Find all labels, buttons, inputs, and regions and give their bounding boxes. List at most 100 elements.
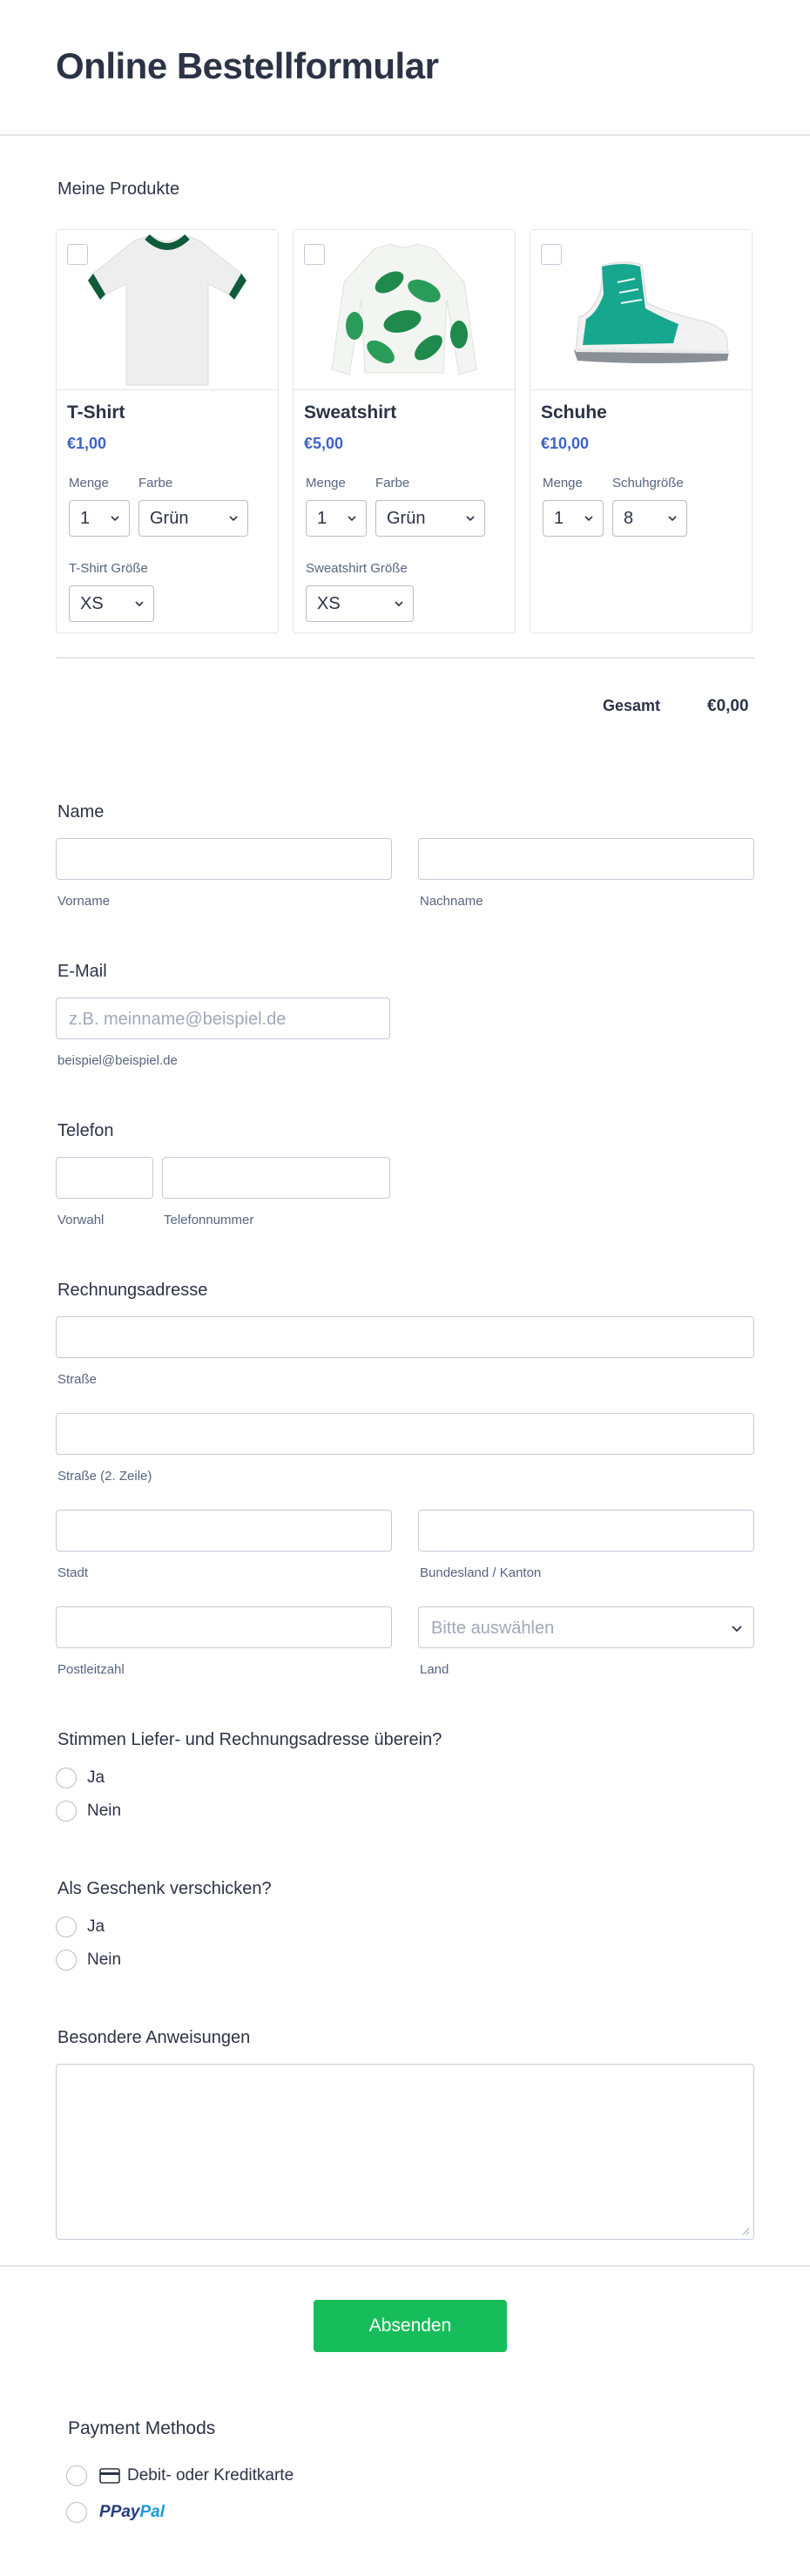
product-card-tshirt[interactable]: T-Shirt €1,00 Menge Farbe 1 Grün T-Shirt… [56,229,279,633]
country-sublabel: Land [420,1662,449,1677]
product-price: €1,00 [67,435,107,452]
email-label: E-Mail [57,962,107,981]
same-address-no-radio[interactable] [56,1801,77,1822]
last-name-sublabel: Nachname [420,894,483,909]
street-input[interactable] [56,1316,754,1358]
country-placeholder: Bitte auswählen [431,1619,555,1638]
paypal-payment-radio[interactable] [66,2502,87,2523]
city-input[interactable] [56,1510,392,1552]
products-label: Meine Produkte [57,179,180,199]
email-input[interactable]: z.B. meinname@beispiel.de [56,997,390,1039]
payment-methods-label: Payment Methods [68,2418,216,2438]
phone-label: Telefon [57,1121,114,1140]
color-label: Farbe [375,476,410,490]
address-label: Rechnungsadresse [57,1281,208,1300]
resize-grip-icon[interactable] [741,2227,750,2235]
color-value: Grün [150,509,189,528]
size-label: Sweatshirt Größe [306,561,408,576]
same-address-yes-radio[interactable] [56,1768,77,1788]
paypal-logo[interactable]: PPayPal [99,2503,165,2522]
form-header: Online Bestellformular [0,0,810,136]
size-value: XS [317,594,341,613]
street-sublabel: Straße [57,1372,98,1387]
gift-no-radio[interactable] [56,1950,77,1971]
product-image-shoes [530,230,752,390]
size-value: XS [80,594,104,613]
gift-yes-radio[interactable] [56,1917,77,1937]
email-placeholder: z.B. meinname@beispiel.de [69,1010,287,1029]
chevron-down-icon [229,516,238,522]
product-price: €10,00 [541,435,590,452]
product-checkbox[interactable] [304,244,325,265]
quantity-select[interactable]: 1 [543,500,604,537]
instructions-textarea[interactable] [56,2064,754,2240]
product-image-sweatshirt [294,230,515,390]
product-checkbox[interactable] [67,244,88,265]
size-select[interactable]: XS [69,585,154,622]
street2-input[interactable] [56,1413,754,1455]
product-card-shoes[interactable]: Schuhe €10,00 Menge Schuhgröße 1 8 [530,229,753,633]
paypal-pal-text: Pal [139,2503,165,2521]
chevron-down-icon [466,516,475,522]
instructions-label: Besondere Anweisungen [57,2028,251,2047]
same-address-no-label[interactable]: Nein [87,1802,121,1821]
area-code-input[interactable] [56,1157,153,1199]
product-checkbox[interactable] [541,244,562,265]
sweatshirt-image [331,243,477,375]
chevron-down-icon [111,516,119,522]
size-select[interactable]: XS [306,585,414,622]
email-sublabel: beispiel@beispiel.de [57,1053,178,1068]
quantity-value: 1 [317,509,327,528]
product-name: T-Shirt [67,402,125,423]
quantity-select[interactable]: 1 [69,500,130,537]
size-label: T-Shirt Größe [69,561,148,576]
product-image-tshirt [57,230,278,390]
card-payment-label[interactable]: Debit- oder Kreditkarte [127,2466,294,2485]
same-address-label: Stimmen Liefer- und Rechnungsadresse übe… [57,1730,442,1749]
zip-input[interactable] [56,1606,392,1648]
state-input[interactable] [418,1510,754,1552]
city-sublabel: Stadt [57,1565,89,1580]
phone-number-sublabel: Telefonnummer [164,1213,254,1227]
product-name: Schuhe [541,402,607,423]
same-address-yes-label[interactable]: Ja [87,1768,105,1788]
shoe-size-select[interactable]: 8 [612,500,687,537]
color-value: Grün [387,509,426,528]
card-payment-radio[interactable] [66,2465,87,2486]
last-name-input[interactable] [418,838,754,880]
name-label: Name [57,802,105,821]
quantity-label: Menge [69,476,109,490]
street2-sublabel: Straße (2. Zeile) [57,1469,152,1484]
chevron-down-icon [584,516,593,522]
product-card-sweatshirt[interactable]: Sweatshirt €5,00 Menge Farbe 1 Grün Swea… [293,229,516,633]
country-select[interactable]: Bitte auswählen [418,1606,754,1648]
total-value: €0,00 [707,697,749,715]
total-label: Gesamt [603,697,661,714]
quantity-value: 1 [554,509,564,528]
chevron-down-icon [668,516,677,522]
gift-yes-label[interactable]: Ja [87,1917,105,1937]
chevron-down-icon [348,516,356,522]
credit-card-icon [99,2468,120,2484]
color-select[interactable]: Grün [138,500,248,537]
chevron-down-icon [395,601,403,607]
product-price: €5,00 [304,435,344,452]
products-divider [56,657,754,659]
tshirt-image [88,233,246,386]
gift-no-label[interactable]: Nein [87,1951,121,1970]
shoe-size-label: Schuhgröße [612,476,684,490]
page-title: Online Bestellformular [56,45,439,86]
chevron-down-icon [135,601,144,607]
first-name-input[interactable] [56,838,392,880]
phone-number-input[interactable] [162,1157,390,1199]
color-select[interactable]: Grün [375,500,485,537]
paypal-pay-text: Pay [110,2503,140,2521]
submit-button[interactable]: Absenden [314,2300,507,2352]
chevron-down-icon [732,1626,742,1633]
color-label: Farbe [138,476,173,490]
quantity-select[interactable]: 1 [306,500,367,537]
footer-divider [0,2265,810,2267]
area-code-sublabel: Vorwahl [57,1213,105,1227]
shoe-size-value: 8 [624,509,634,528]
first-name-sublabel: Vorname [57,894,111,909]
